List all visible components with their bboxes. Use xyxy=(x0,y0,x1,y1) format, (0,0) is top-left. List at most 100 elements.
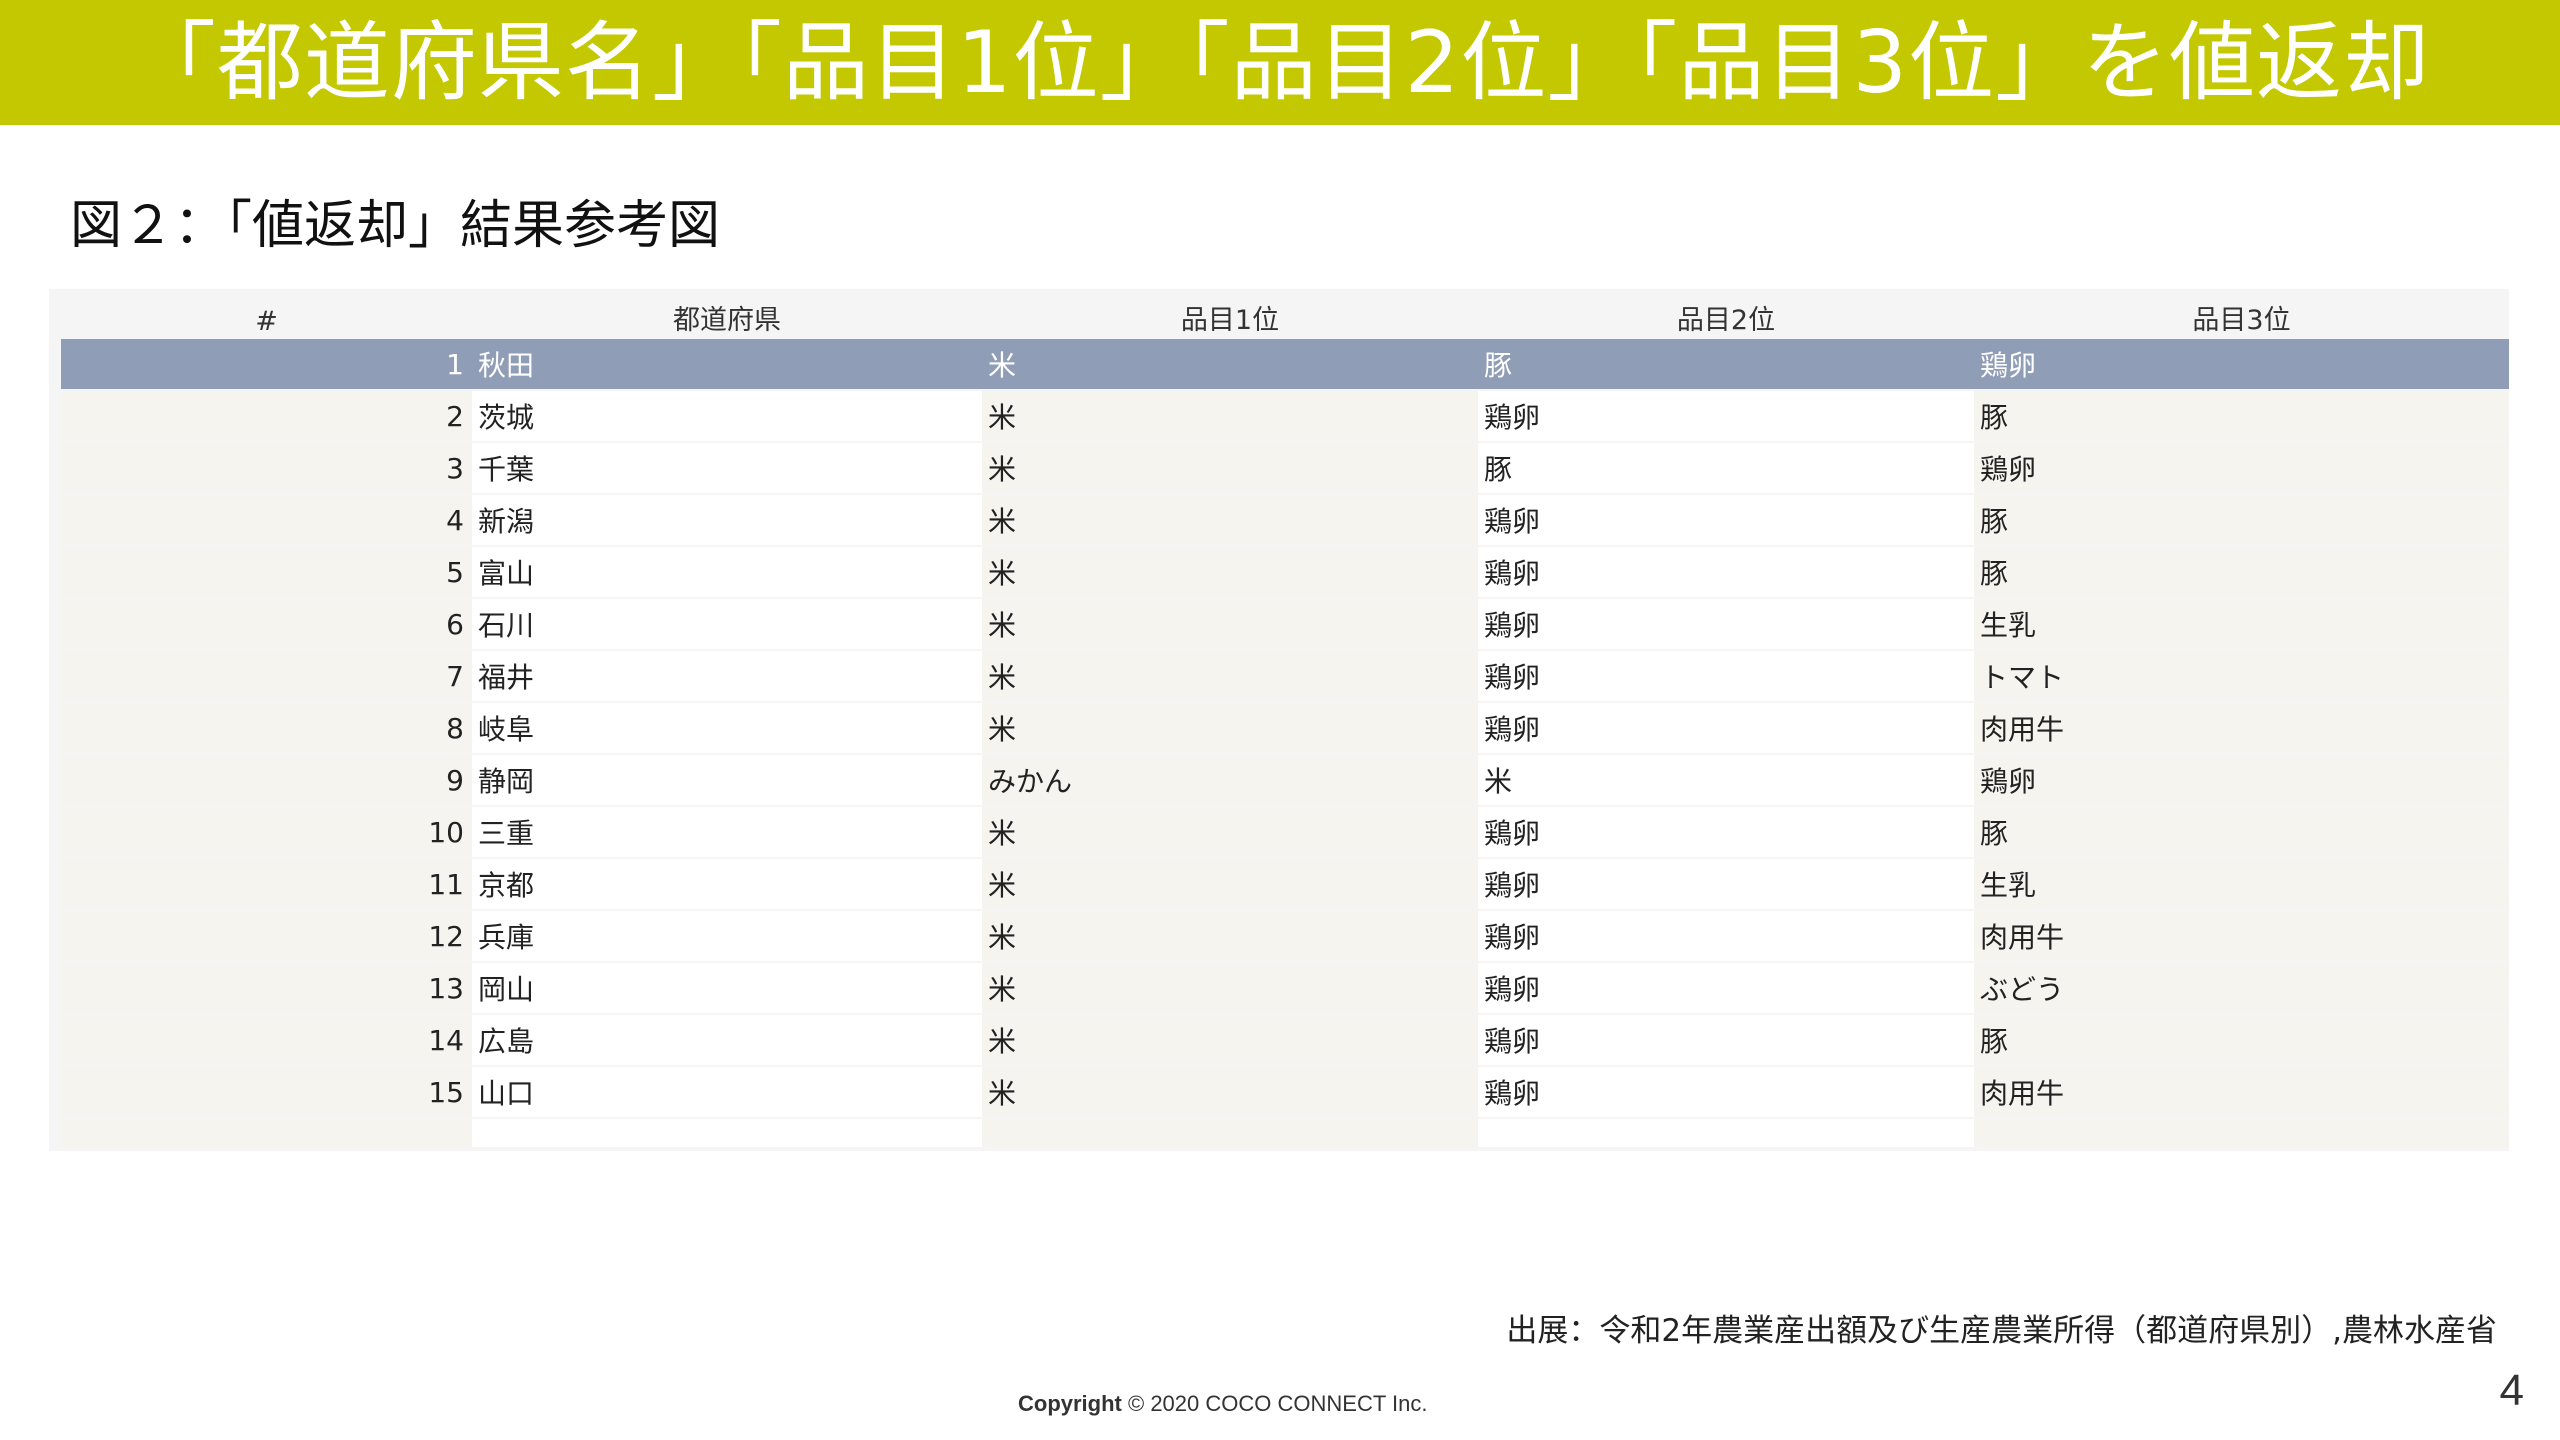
row-item3: 肉用牛 xyxy=(1974,703,2509,753)
table-row[interactable]: 2 茨城米鶏卵豚 xyxy=(61,391,2509,443)
row-item2: 鶏卵 xyxy=(1478,963,1974,1013)
table-row-partial xyxy=(61,1119,2509,1149)
table-row[interactable]: 12 兵庫米鶏卵 肉用牛 xyxy=(61,911,2509,963)
row-item2: 鶏卵 xyxy=(1478,599,1974,649)
row-prefecture: 千葉 xyxy=(472,443,982,493)
row-item1: 米 xyxy=(982,651,1478,701)
slide-title: 「都道府県名」「品目1位」「品目2位」「品目3位」を値返却 xyxy=(129,12,2431,113)
row-item3: 豚 xyxy=(1974,495,2509,545)
row-item2: 鶏卵 xyxy=(1478,859,1974,909)
row-item1: みかん xyxy=(982,755,1478,805)
table-row[interactable]: 15 山口米鶏卵 肉用牛 xyxy=(61,1067,2509,1119)
row-num: 9 xyxy=(61,755,472,805)
table-body: 1 秋田米豚鶏卵 2 茨城米鶏卵豚 3 千葉米豚鶏卵 4 新潟米鶏卵豚 5 富山米鶏卵豚 6 石川米鶏… xyxy=(61,339,2509,1149)
header-item2[interactable]: 品目2位 xyxy=(1478,298,1974,339)
row-prefecture: 岐阜 xyxy=(472,703,982,753)
row-prefecture-partial xyxy=(472,1119,982,1147)
row-item2: 鶏卵 xyxy=(1478,547,1974,597)
row-prefecture: 新潟 xyxy=(472,495,982,545)
copyright: Copyright © 2020 COCO CONNECT Inc. xyxy=(1018,1391,1427,1417)
row-num-partial xyxy=(61,1119,472,1147)
header-prefecture[interactable]: 都道府県 xyxy=(472,298,982,339)
row-item2-partial xyxy=(1478,1119,1974,1147)
row-num: 1 xyxy=(61,339,472,389)
row-item3: 肉用牛 xyxy=(1974,1067,2509,1117)
row-num: 13 xyxy=(61,963,472,1013)
table-row[interactable]: 4 新潟米鶏卵豚 xyxy=(61,495,2509,547)
table-row[interactable]: 6 石川米鶏卵 生乳 xyxy=(61,599,2509,651)
row-item1: 米 xyxy=(982,443,1478,493)
row-item2: 鶏卵 xyxy=(1478,1015,1974,1065)
row-item1: 米 xyxy=(982,1015,1478,1065)
row-prefecture: 三重 xyxy=(472,807,982,857)
row-item2: 鶏卵 xyxy=(1478,495,1974,545)
row-item1: 米 xyxy=(982,495,1478,545)
row-num: 12 xyxy=(61,911,472,961)
row-item3: 鶏卵 xyxy=(1974,443,2509,493)
row-item2: 鶏卵 xyxy=(1478,391,1974,441)
title-banner: 「都道府県名」「品目1位」「品目2位」「品目3位」を値返却 xyxy=(0,0,2560,125)
row-item3: 鶏卵 xyxy=(1974,339,2509,389)
row-item3: 肉用牛 xyxy=(1974,911,2509,961)
row-item1: 米 xyxy=(982,807,1478,857)
row-num: 6 xyxy=(61,599,472,649)
row-item3: 豚 xyxy=(1974,1015,2509,1065)
row-prefecture: 兵庫 xyxy=(472,911,982,961)
header-item3[interactable]: 品目3位 xyxy=(1974,298,2509,339)
copyright-label: Copyright xyxy=(1018,1391,1122,1416)
row-prefecture: 福井 xyxy=(472,651,982,701)
table-row[interactable]: 9 静岡 みかん米鶏卵 xyxy=(61,755,2509,807)
table-row[interactable]: 13 岡山米鶏卵 ぶどう xyxy=(61,963,2509,1015)
table-row[interactable]: 10 三重米鶏卵豚 xyxy=(61,807,2509,859)
table-header-row: # 都道府県 品目1位 品目2位 品目3位 xyxy=(61,299,2509,339)
result-table: # 都道府県 品目1位 品目2位 品目3位 1 秋田米豚鶏卵 2 茨城米鶏卵豚 3 千葉米… xyxy=(49,289,2509,1151)
row-item1: 米 xyxy=(982,1067,1478,1117)
row-item3: 生乳 xyxy=(1974,859,2509,909)
row-prefecture: 秋田 xyxy=(472,339,982,389)
row-item3: 豚 xyxy=(1974,547,2509,597)
row-item1: 米 xyxy=(982,859,1478,909)
header-num[interactable]: # xyxy=(61,306,472,339)
page-number: 4 xyxy=(2499,1366,2524,1415)
row-num: 10 xyxy=(61,807,472,857)
row-prefecture: 茨城 xyxy=(472,391,982,441)
table-row[interactable]: 1 秋田米豚鶏卵 xyxy=(61,339,2509,391)
row-num: 7 xyxy=(61,651,472,701)
row-num: 2 xyxy=(61,391,472,441)
row-item2: 鶏卵 xyxy=(1478,703,1974,753)
table-row[interactable]: 3 千葉米豚鶏卵 xyxy=(61,443,2509,495)
source-note: 出展：令和2年農業産出額及び生産農業所得（都道府県別）,農林水産省 xyxy=(1506,1313,2497,1349)
row-item3: 鶏卵 xyxy=(1974,755,2509,805)
row-item1: 米 xyxy=(982,911,1478,961)
row-item3: 生乳 xyxy=(1974,599,2509,649)
row-item1: 米 xyxy=(982,963,1478,1013)
copyright-text: © 2020 COCO CONNECT Inc. xyxy=(1121,1391,1428,1416)
row-num: 15 xyxy=(61,1067,472,1117)
row-item2: 米 xyxy=(1478,755,1974,805)
row-item2: 豚 xyxy=(1478,339,1974,389)
row-item2: 鶏卵 xyxy=(1478,911,1974,961)
row-item1: 米 xyxy=(982,339,1478,389)
table-row[interactable]: 14 広島米鶏卵豚 xyxy=(61,1015,2509,1067)
figure-caption: 図２：「値返却」結果参考図 xyxy=(70,196,721,256)
table-row[interactable]: 8 岐阜米鶏卵 肉用牛 xyxy=(61,703,2509,755)
row-num: 14 xyxy=(61,1015,472,1065)
row-item2: 鶏卵 xyxy=(1478,651,1974,701)
table-row[interactable]: 5 富山米鶏卵豚 xyxy=(61,547,2509,599)
row-item1: 米 xyxy=(982,391,1478,441)
header-item1[interactable]: 品目1位 xyxy=(982,298,1478,339)
row-prefecture: 京都 xyxy=(472,859,982,909)
row-item3: 豚 xyxy=(1974,807,2509,857)
row-num: 5 xyxy=(61,547,472,597)
row-num: 3 xyxy=(61,443,472,493)
row-num: 4 xyxy=(61,495,472,545)
table-row[interactable]: 7 福井米鶏卵 トマト xyxy=(61,651,2509,703)
row-item1: 米 xyxy=(982,703,1478,753)
row-item1: 米 xyxy=(982,547,1478,597)
row-prefecture: 広島 xyxy=(472,1015,982,1065)
table-row[interactable]: 11 京都米鶏卵 生乳 xyxy=(61,859,2509,911)
row-num: 8 xyxy=(61,703,472,753)
row-item2: 鶏卵 xyxy=(1478,1067,1974,1117)
row-item1: 米 xyxy=(982,599,1478,649)
row-item3: トマト xyxy=(1974,651,2509,701)
